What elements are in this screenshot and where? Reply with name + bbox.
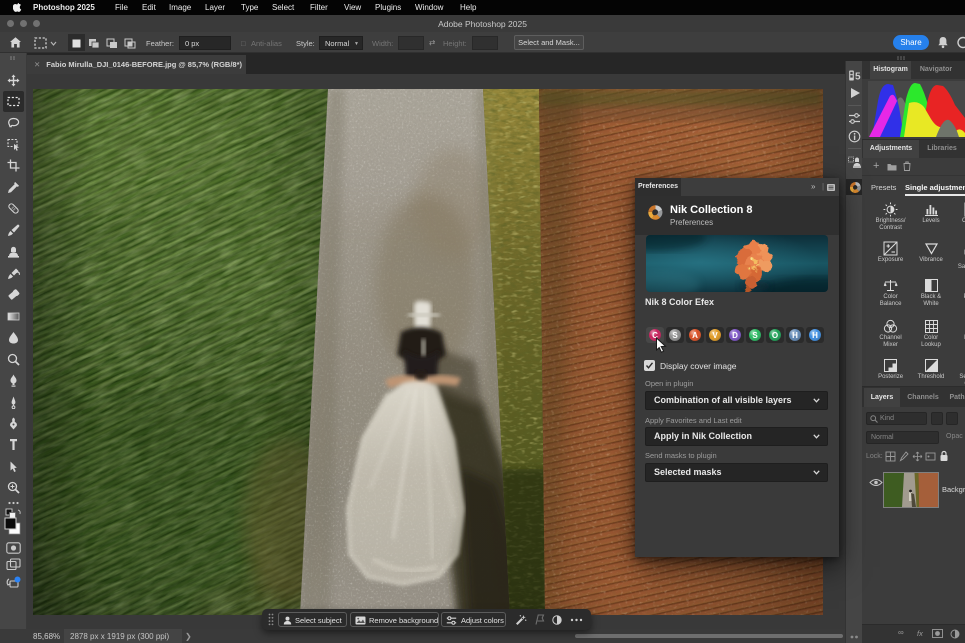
svg-text:S: S bbox=[752, 331, 758, 340]
svg-text:H: H bbox=[792, 331, 798, 340]
svg-text:S: S bbox=[672, 331, 678, 340]
svg-text:5: 5 bbox=[855, 72, 861, 83]
svg-text:A: A bbox=[692, 331, 698, 340]
svg-text:H: H bbox=[812, 331, 818, 340]
svg-text:D: D bbox=[732, 331, 738, 340]
svg-text:V: V bbox=[712, 331, 718, 340]
svg-text:O: O bbox=[772, 331, 778, 340]
